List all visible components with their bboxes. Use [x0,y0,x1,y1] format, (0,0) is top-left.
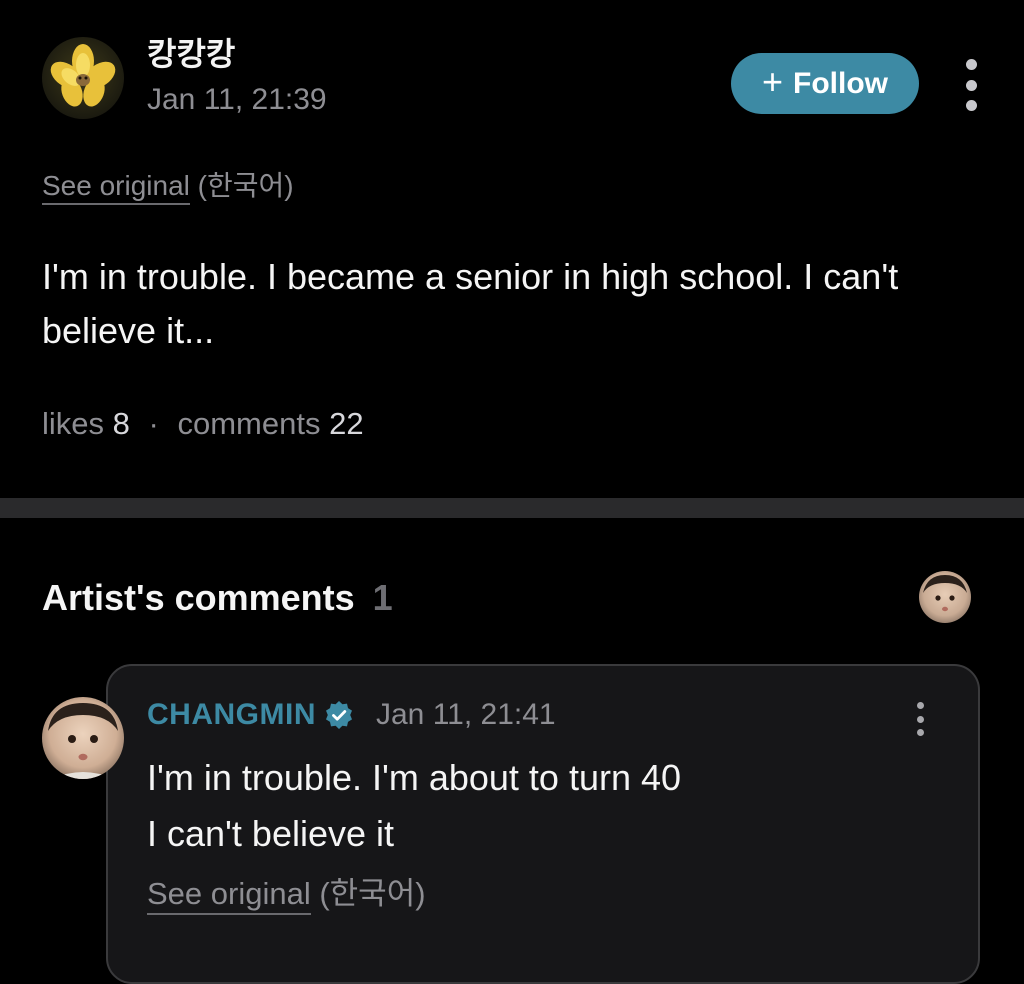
author-name[interactable]: 캉캉캉 [147,34,235,74]
comments-count[interactable]: 22 [329,406,363,441]
see-original-link[interactable]: See original [42,170,190,205]
comment-body: I'm in trouble. I'm about to turn 40 I c… [147,750,907,862]
verified-badge-icon [326,701,352,729]
likes-label: likes [42,406,105,441]
plus-icon: + [761,61,784,102]
stats-separator: · [148,406,159,441]
comment-line: I can't believe it [147,813,395,854]
section-divider [0,498,1024,518]
more-options-icon[interactable] [958,59,984,111]
follow-button[interactable]: + Follow [731,53,919,114]
more-dot [916,715,924,723]
comment-timestamp: Jan 11, 21:41 [376,698,556,731]
post-stats: likes 8 · comments 22 [42,404,364,444]
post-timestamp: Jan 11, 21:39 [147,83,327,116]
comment-see-original-link[interactable]: See original [147,876,311,915]
likes-count: 8 [112,406,130,441]
original-language: (한국어) [197,170,294,201]
commenter-name[interactable]: CHANGMIN [147,698,316,732]
artist-comments-label: Artist's comments [42,577,355,618]
comment-line: I'm in trouble. I'm about to turn 40 [147,757,682,798]
author-avatar[interactable] [42,37,124,119]
more-dot [916,729,924,736]
translation-row: See original (한국어) [42,168,294,205]
comment-more-options-icon[interactable] [910,702,930,736]
artist-face-icon [923,575,967,612]
artist-mini-avatar[interactable] [919,571,971,623]
comment-original-language: (한국어) [319,876,426,911]
post-body: I'm in trouble. I became a senior in hig… [42,256,899,351]
artist-comments-title: Artist's comments 1 [42,576,393,620]
commenter-avatar[interactable] [42,697,124,779]
yellow-flower-avatar-icon [50,44,116,107]
artist-comments-count: 1 [372,577,393,618]
commenter-row: CHANGMIN Jan 11, 21:41 [147,698,556,732]
more-dot [965,59,977,70]
more-dot [916,702,924,709]
more-dot [965,100,977,111]
comment-translation-row: See original (한국어) [147,876,426,915]
comments-label[interactable]: comments [177,406,320,441]
more-dot [965,79,977,91]
follow-button-label: Follow [793,66,888,100]
artist-face-icon [48,703,118,779]
